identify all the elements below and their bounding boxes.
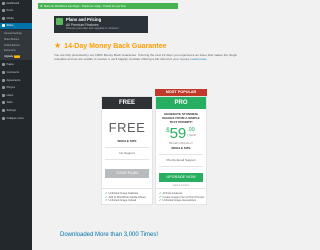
free-site-count: SINGLE SITE (117, 139, 137, 143)
sidebar-item-media[interactable]: Media (0, 15, 32, 21)
sidebar-submenu: General Settings Share Buttons Follow Bu… (0, 30, 32, 61)
sidebar-item-label: Pages (6, 63, 14, 67)
sidebar-item-comments[interactable]: Comments (0, 70, 32, 76)
sidebar-item-tools[interactable]: Tools (0, 100, 32, 106)
header-tagline: Choose your plan and upgrade in minutes! (66, 26, 119, 30)
page-icon (2, 63, 5, 67)
sidebar-item-label: Appearance (6, 78, 21, 82)
sidebar-item-label: Dashboard (6, 1, 20, 5)
sidebar-item-plugins[interactable]: Plugins (0, 85, 32, 91)
price-cents-group: .99 / YEAR (187, 127, 196, 137)
comment-icon (2, 71, 5, 75)
pro-headline: GENERATE STUNNING IMAGES FROM A SIMPLE T… (162, 112, 200, 124)
submenu-item-share-buttons[interactable]: Share Buttons (0, 37, 32, 42)
feature-item: ✔ Unlimited Image Generations (159, 199, 203, 203)
pro-note: Cancel anytime (172, 183, 190, 187)
downloaded-count-text: Downloaded More than 3,000 Times! (60, 232, 159, 238)
sidebar-item-label: Tools (6, 101, 13, 105)
guarantee-text: You are fully protected by our 100% Mone… (54, 53, 242, 62)
divider (105, 147, 149, 148)
media-icon (2, 16, 5, 20)
guarantee-body: You are fully protected by our 100% Mone… (54, 53, 238, 62)
sidebar-item-collapse[interactable]: Collapse menu (0, 115, 32, 121)
sidebar-item-label: Users (6, 93, 14, 97)
sidebar-bottom-group: Pages Comments Appearance Plugins Users … (0, 62, 32, 121)
free-plan-name: FREE (102, 97, 152, 109)
sidebar-item-label: Comments (6, 71, 20, 75)
submenu-item-general-settings[interactable]: General Settings (0, 31, 32, 36)
notice-text: Share for WordPress Lite Plugin - Thanks… (43, 4, 126, 8)
feature-label: Unlimited Image Generations (162, 199, 197, 203)
star-icon: ★ (54, 41, 62, 50)
sidebar-item-label: Plugins (6, 86, 16, 90)
sidebar-item-label: Posts (6, 9, 14, 13)
submenu-item-label: Follow Buttons (4, 43, 20, 47)
feature-item: ✔ Unlimited Image Upload (105, 199, 149, 203)
upgrade-now-button[interactable]: UPGRADE NOW (159, 173, 203, 182)
user-icon (2, 93, 5, 97)
guarantee-heading: 14-Day Money Back Guarantee (64, 42, 167, 50)
feature-label: Unlimited Image Upload (108, 199, 137, 203)
plans-header: Plans and Pricing All Premium Features C… (54, 16, 148, 33)
pro-features-list: ✔ All Free Features ✔ Create Images from A… (155, 189, 207, 205)
pro-price: $ 59 .99 / YEAR (156, 126, 206, 141)
brush-icon (2, 78, 5, 82)
check-icon: ✔ (159, 198, 162, 203)
submenu-item-upgrade[interactable]: Upgrade NEW (0, 54, 32, 59)
sidebar-top-group: Dashboard Posts Media (0, 0, 32, 21)
free-plan-column: FREE FREE SINGLE SITE No Support YOUR PL… (101, 96, 153, 189)
collapse-icon (2, 116, 5, 120)
admin-sidebar: Dashboard Posts Media Share General Sett… (0, 0, 32, 250)
pro-plan-column: PRO GENERATE STUNNING IMAGES FROM A SIMP… (155, 96, 207, 189)
submenu-item-label: Share Buttons (4, 37, 20, 41)
most-popular-badge: MOST POPULAR (155, 89, 207, 96)
price-period: / YEAR (187, 133, 196, 137)
submenu-item-label: General Settings (4, 32, 22, 36)
sidebar-item-label: Collapse menu (6, 116, 24, 120)
guarantee-heading-row: ★ 14-Day Money Back Guarantee (54, 42, 242, 50)
free-support: No Support (119, 150, 135, 155)
divider (159, 165, 203, 166)
sidebar-item-label: Media (6, 16, 14, 20)
guarantee-section: ★ 14-Day Money Back Guarantee You are fu… (54, 42, 242, 62)
plugin-logo (56, 18, 63, 25)
sidebar-item-dashboard[interactable]: Dashboard (0, 0, 32, 6)
pin-icon (2, 9, 5, 13)
dashboard-icon (2, 1, 5, 5)
submenu-item-label: Upgrade (4, 54, 14, 58)
sidebar-item-share[interactable]: Share (0, 22, 32, 29)
wrench-icon (2, 101, 5, 105)
your-plan-button[interactable]: YOUR PLAN (105, 169, 149, 178)
new-badge: NEW (14, 54, 21, 58)
pro-support: Priority Email Support (166, 157, 196, 162)
billed-annually: BILLED ANNUALLY (169, 142, 193, 145)
sidebar-item-label: Settings (6, 109, 16, 112)
share-icon (2, 24, 5, 28)
sidebar-item-pages[interactable]: Pages (0, 62, 32, 68)
submenu-item-label: Extensions (4, 49, 16, 53)
price-amount: 59 (169, 125, 187, 142)
header-titles: Plans and Pricing All Premium Features C… (66, 17, 119, 31)
plugin-icon (2, 86, 5, 90)
divider (159, 154, 203, 155)
sidebar-item-appearance[interactable]: Appearance (0, 77, 32, 83)
sidebar-item-users[interactable]: Users (0, 92, 32, 98)
sidebar-item-label: Share (6, 24, 14, 28)
pro-plan-name: PRO (156, 97, 206, 109)
check-icon: ✔ (105, 198, 108, 203)
sidebar-item-posts[interactable]: Posts (0, 8, 32, 14)
free-price: FREE (108, 120, 146, 135)
submenu-item-extensions[interactable]: Extensions (0, 48, 32, 53)
divider (105, 158, 149, 159)
sidebar-item-settings[interactable]: Settings (0, 108, 32, 114)
notice-bar: ★ Share for WordPress Lite Plugin - Than… (38, 3, 178, 9)
free-features-list: ✔ Unlimited Image Galleries ✔ Add to WordP… (101, 189, 153, 205)
settings-icon (2, 109, 5, 112)
learn-more-link[interactable]: Learn more... (191, 57, 209, 61)
pro-site-count: SINGLE SITE (171, 146, 191, 150)
submenu-item-follow-buttons[interactable]: Follow Buttons (0, 43, 32, 48)
star-icon: ★ (40, 4, 43, 8)
